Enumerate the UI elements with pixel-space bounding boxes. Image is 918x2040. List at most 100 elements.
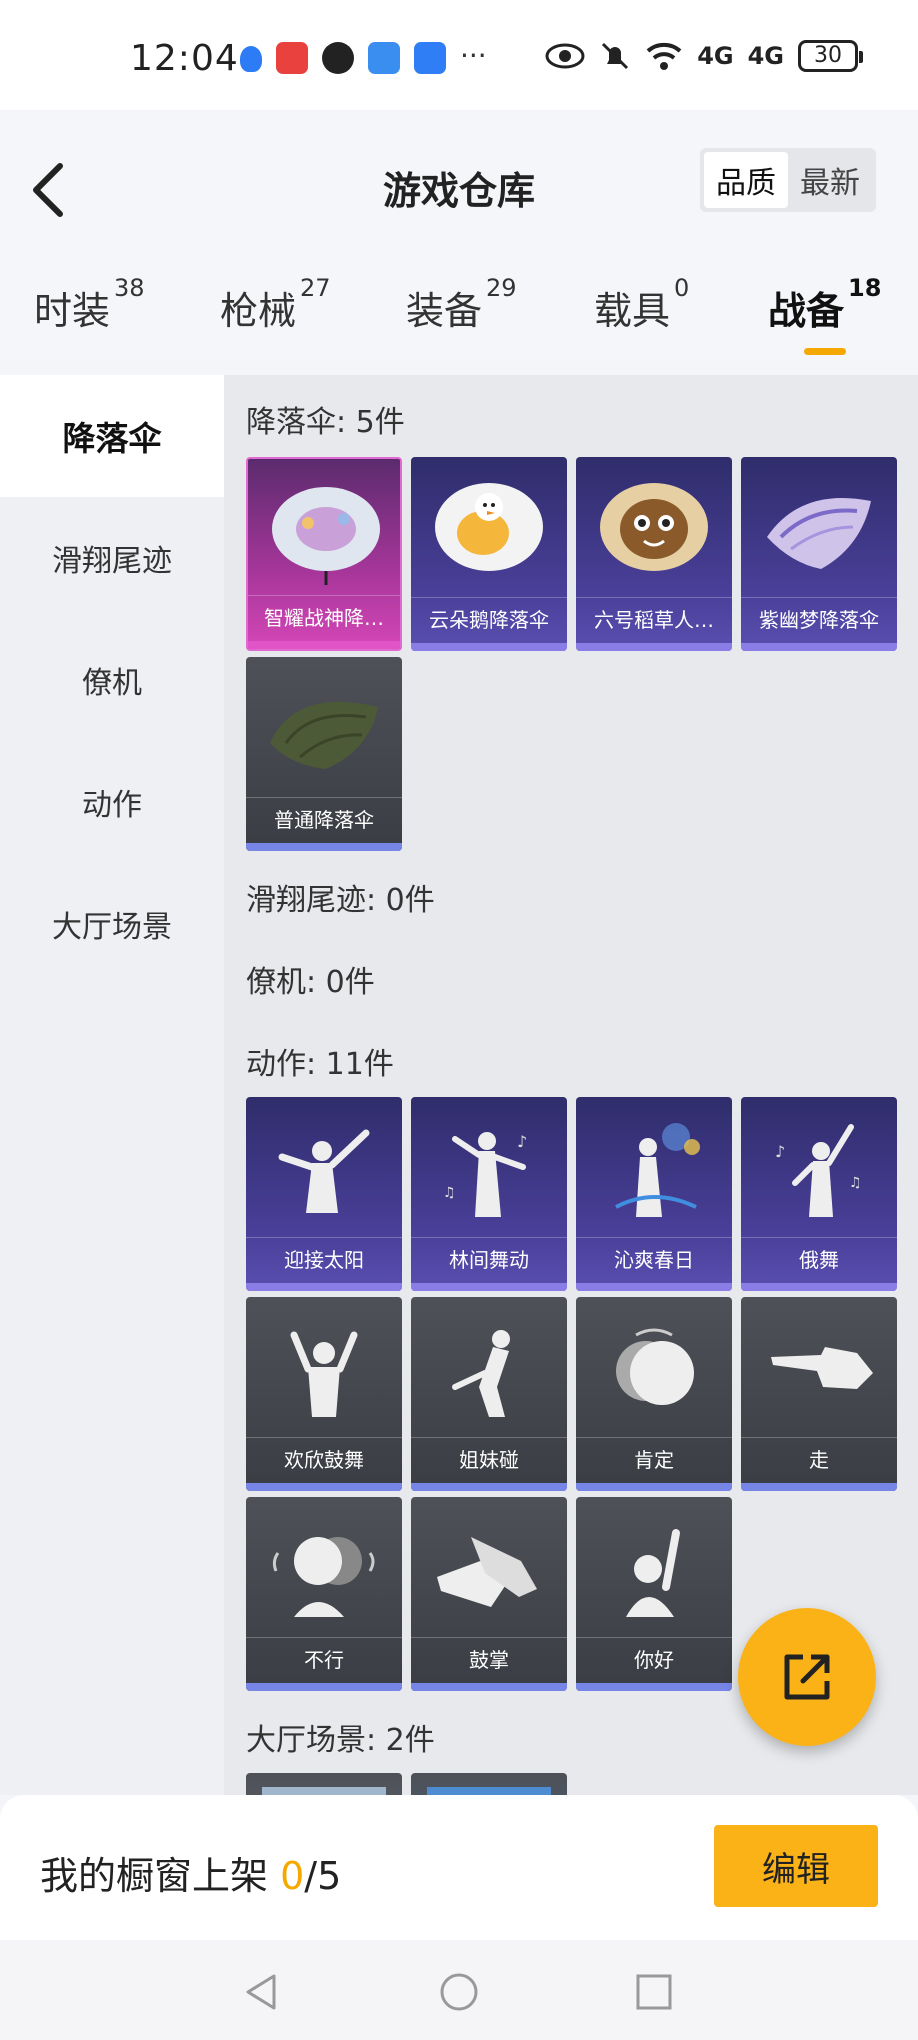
showcase-label: 我的橱窗上架 (40, 1854, 281, 1898)
item-card[interactable]: 沁爽春日 (576, 1097, 732, 1291)
tab-label: 装备 (406, 289, 483, 333)
tab-count: 29 (486, 274, 517, 303)
item-name: 沁爽春日 (576, 1237, 732, 1281)
showcase-bar: 我的橱窗上架 0/5 编辑 (0, 1795, 918, 1940)
parachute-image (600, 483, 708, 571)
tab-vehicles[interactable]: 载具0 (594, 274, 689, 335)
bulb-app-icon (414, 42, 446, 74)
section-title-parachute: 降落伞: 5件 (246, 405, 405, 440)
rarity-bar (411, 1483, 567, 1491)
rarity-bar (576, 1483, 732, 1491)
battery-icon: 30 (798, 40, 863, 72)
sidebar-item-emotes[interactable]: 动作 (0, 741, 224, 863)
edit-button[interactable]: 编辑 (714, 1825, 878, 1907)
rarity-bar (741, 643, 897, 651)
item-name: 走 (741, 1437, 897, 1481)
rarity-bar (246, 843, 402, 851)
sort-quality-button[interactable]: 品质 (704, 152, 788, 208)
nav-home-icon[interactable] (437, 1970, 481, 2014)
wifi-icon (646, 42, 682, 70)
item-list[interactable]: 降落伞: 5件 智耀战神降… 云朵鹅降落伞 六号稻草人… 紫幽梦降落伞 普通降落… (224, 375, 918, 1795)
clapping-hands-image (437, 1537, 537, 1607)
tab-label: 载具 (594, 289, 671, 333)
emote-figure-image: ♪♫ (775, 1124, 862, 1217)
item-card[interactable]: 不行 (246, 1497, 402, 1691)
waving-figure-image (626, 1529, 680, 1617)
svg-text:♫: ♫ (443, 1185, 456, 1201)
item-card[interactable] (411, 1773, 567, 1795)
tab-fashion[interactable]: 时装38 (34, 274, 145, 335)
sidebar-item-trail[interactable]: 滑翔尾迹 (0, 497, 224, 619)
rarity-bar (741, 1283, 897, 1291)
emote-head-nod-image (616, 1328, 694, 1405)
sidebar-item-parachute[interactable]: 降落伞 (0, 375, 224, 497)
rarity-bar (411, 643, 567, 651)
item-card[interactable]: 肯定 (576, 1297, 732, 1491)
item-name: 不行 (246, 1637, 402, 1681)
rarity-bar (741, 1483, 897, 1491)
item-card[interactable]: ♪ ♫ 俄舞 (741, 1097, 897, 1291)
tab-label: 战备 (768, 289, 845, 333)
sidebar-item-lobby[interactable]: 大厅场景 (0, 863, 224, 985)
emote-figure-image (615, 1123, 700, 1217)
item-card[interactable] (246, 1773, 402, 1795)
rarity-bar (576, 643, 732, 651)
parachute-image (270, 701, 378, 769)
rarity-bar (411, 1683, 567, 1691)
item-card[interactable]: 姐妹碰 (411, 1297, 567, 1491)
item-name: 云朵鹅降落伞 (411, 597, 567, 641)
item-card[interactable]: 鼓掌 (411, 1497, 567, 1691)
item-name: 欢欣鼓舞 (246, 1437, 402, 1481)
item-card[interactable]: ♪ ♫ 林间舞动 (411, 1097, 567, 1291)
sort-newest-button[interactable]: 最新 (788, 152, 872, 208)
tab-equipment[interactable]: 装备29 (406, 274, 517, 335)
item-card[interactable]: 你好 (576, 1497, 732, 1691)
emote-figure-image (290, 1331, 358, 1417)
sidebar-item-wingman[interactable]: 僚机 (0, 619, 224, 741)
svg-text:♫: ♫ (849, 1175, 862, 1191)
item-card[interactable]: 迎接太阳 (246, 1097, 402, 1291)
sort-toggle: 品质 最新 (700, 148, 876, 212)
app-header: 游戏仓库 品质 最新 时装38 枪械27 装备29 载具0 战备18 (0, 110, 918, 360)
share-button[interactable] (738, 1608, 876, 1746)
category-sidebar: 降落伞 滑翔尾迹 僚机 动作 大厅场景 (0, 375, 224, 1795)
qq-icon (322, 42, 354, 74)
item-name: 六号稻草人… (576, 597, 732, 641)
item-card[interactable]: 云朵鹅降落伞 (411, 457, 567, 651)
rarity-bar (411, 1283, 567, 1291)
signal-1-icon: 4G (697, 42, 734, 70)
showcase-status: 我的橱窗上架 0/5 (40, 1845, 341, 1900)
active-tab-indicator (804, 348, 846, 355)
rarity-bar (246, 1483, 402, 1491)
item-card[interactable]: 六号稻草人… (576, 457, 732, 651)
lobby-scene-image (262, 1787, 386, 1795)
showcase-count: 0 (280, 1854, 305, 1898)
tab-guns[interactable]: 枪械27 (220, 274, 331, 335)
section-title-lobby: 大厅场景: 2件 (246, 1723, 435, 1758)
nav-back-icon[interactable] (240, 1970, 284, 2014)
system-nav-bar (0, 1940, 918, 2040)
showcase-total: /5 (304, 1854, 342, 1898)
svg-text:♪: ♪ (517, 1132, 527, 1151)
section-title-emotes: 动作: 11件 (246, 1047, 394, 1082)
shield-icon (240, 46, 262, 72)
item-name: 肯定 (576, 1437, 732, 1481)
item-card[interactable]: 普通降落伞 (246, 657, 402, 851)
svg-text:♪: ♪ (775, 1142, 785, 1161)
item-card[interactable]: 走 (741, 1297, 897, 1491)
item-card[interactable]: 智耀战神降… (246, 457, 402, 651)
tab-label: 枪械 (220, 289, 297, 333)
tab-count: 38 (114, 274, 145, 303)
item-card[interactable]: 紫幽梦降落伞 (741, 457, 897, 651)
item-name: 林间舞动 (411, 1237, 567, 1281)
parachute-image (767, 497, 871, 569)
item-card[interactable]: 欢欣鼓舞 (246, 1297, 402, 1491)
rarity-bar (246, 1683, 402, 1691)
rarity-bar (248, 641, 400, 649)
rarity-bar (246, 1283, 402, 1291)
nav-recents-icon[interactable] (632, 1970, 676, 2014)
tab-label: 时装 (34, 289, 111, 333)
mute-bell-icon (602, 42, 629, 70)
status-time: 12:04 (130, 38, 239, 79)
tab-supplies[interactable]: 战备18 (768, 274, 881, 355)
